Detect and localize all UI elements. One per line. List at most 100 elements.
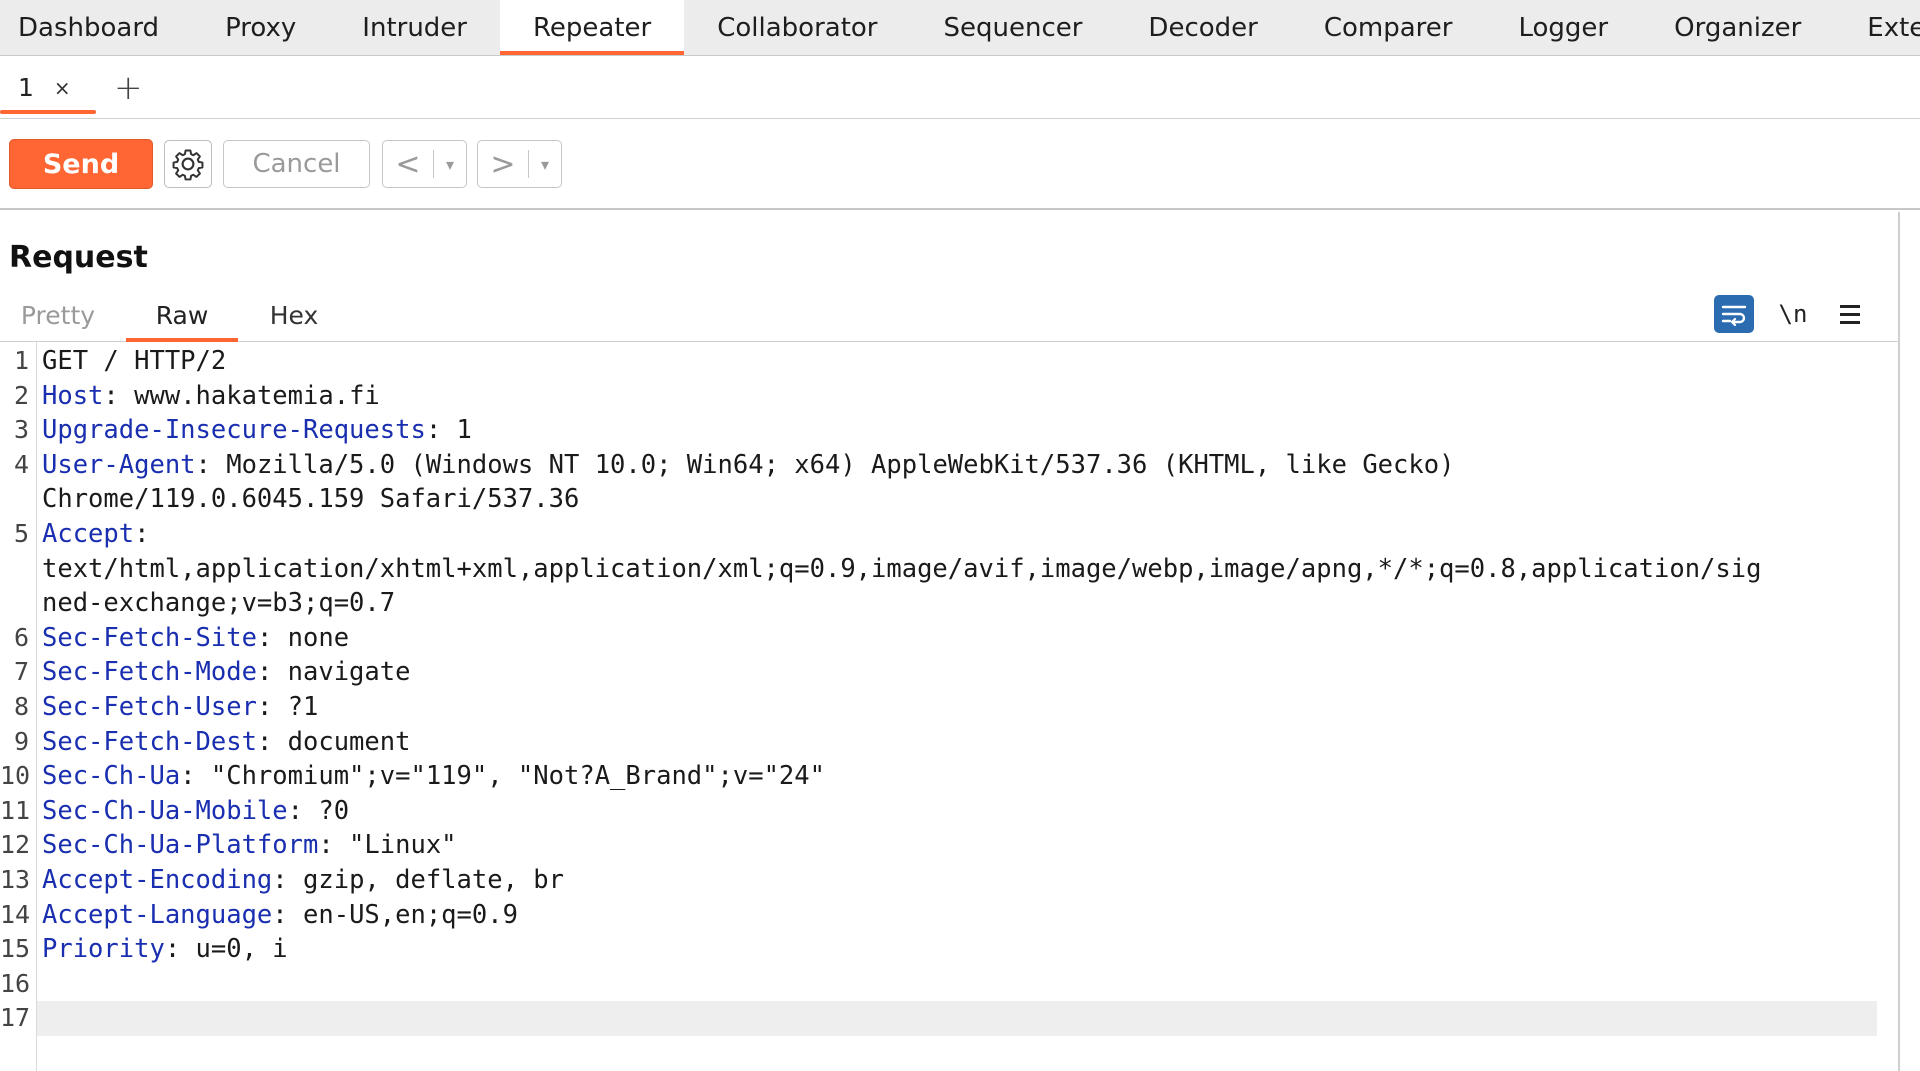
forward-arrow-icon: > [490, 146, 516, 182]
header-value: ?0 [303, 795, 350, 826]
tab-extensions[interactable]: Exter [1834, 0, 1920, 55]
line-number: 4 [13, 449, 29, 479]
line-content: Accept-Language: en-US,en;q=0.9 [42, 899, 518, 930]
tab-decoder[interactable]: Decoder [1115, 0, 1290, 55]
line-content: Sec-Fetch-Mode: navigate [42, 657, 411, 688]
chevron-down-icon[interactable]: ▾ [529, 155, 561, 174]
line-number: 16 [0, 968, 31, 998]
line-number: 12 [0, 830, 31, 860]
tab-pretty[interactable]: Pretty [0, 290, 116, 340]
header-name: Host [42, 380, 104, 411]
header-value: document [272, 726, 411, 757]
editor-actions: \n [1714, 292, 1898, 336]
tab-logger[interactable]: Logger [1485, 0, 1641, 55]
line-content: Sec-Ch-Ua-Platform: "Linux" [42, 830, 457, 861]
hamburger-menu-icon[interactable] [1832, 304, 1868, 324]
editor-line: 9 Sec-Fetch-Dest: document [0, 725, 1880, 760]
editor-line: 5 Accept: [0, 517, 1880, 552]
send-button[interactable]: Send [9, 139, 153, 189]
line-number: 7 [13, 657, 29, 687]
header-value: ?1 [272, 692, 319, 722]
show-newlines-icon[interactable]: \n [1772, 300, 1814, 328]
header-name: Sec-Fetch-Dest [42, 726, 257, 757]
tab-sequencer[interactable]: Sequencer [910, 0, 1115, 55]
editor-line: 3 Upgrade-Insecure-Requests: 1 [0, 413, 1880, 448]
editor-line: 11 Sec-Ch-Ua-Mobile: ?0 [0, 794, 1880, 829]
header-name: Accept-Encoding [42, 865, 273, 895]
header-name: User-Agent [42, 449, 196, 480]
panel-title: Request [9, 240, 148, 275]
repeater-toolbar: Send Cancel < ▾ > ▾ [0, 120, 1920, 210]
repeater-subtabs: 1 × + [0, 57, 1920, 119]
header-value: u=0, i [180, 934, 288, 965]
line-number: 1 [13, 346, 29, 375]
history-forward-button[interactable]: > ▾ [477, 140, 562, 188]
header-name: Upgrade-Insecure-Requests [42, 415, 426, 446]
line-content: Sec-Fetch-Site: none [42, 622, 350, 653]
line-content: Sec-Ch-Ua: "Chromium";v="119", "Not?A_Br… [42, 761, 825, 792]
header-value: "Chromium";v="119", "Not?A_Brand";v="24" [195, 761, 825, 792]
tab-comparer[interactable]: Comparer [1291, 0, 1486, 55]
line-content: Accept: [42, 519, 150, 549]
line-number: 17 [0, 1003, 31, 1033]
header-value: navigate [272, 657, 411, 688]
editor-line: 15 Priority: u=0, i [0, 932, 1880, 967]
header-name: Priority [42, 934, 165, 965]
line-content: Sec-Ch-Ua-Mobile: ?0 [42, 795, 350, 826]
editor-line: 12 Sec-Ch-Ua-Platform: "Linux" [0, 828, 1880, 863]
history-back-button[interactable]: < ▾ [382, 140, 467, 188]
header-name: Sec-Ch-Ua [42, 761, 181, 792]
line-number: 5 [13, 519, 29, 548]
line-content: Accept-Encoding: gzip, deflate, br [42, 865, 564, 895]
tab-repeater[interactable]: Repeater [500, 0, 685, 55]
editor-line: 7 Sec-Fetch-Mode: navigate [0, 655, 1880, 690]
tab-dashboard[interactable]: Dashboard [0, 0, 192, 55]
header-value: www.hakatemia.fi [118, 380, 380, 411]
editor-line: 13 Accept-Encoding: gzip, deflate, br [0, 863, 1880, 898]
request-view-tabs: Pretty Raw Hex [0, 290, 1898, 342]
line-number: 8 [13, 692, 29, 721]
line-number: 15 [0, 934, 31, 964]
line-content: Chrome/119.0.6045.159 Safari/537.36 [42, 484, 580, 515]
add-tab-icon[interactable]: + [114, 68, 143, 108]
header-name: Accept-Language [42, 899, 273, 930]
header-name: Sec-Fetch-User [42, 692, 257, 722]
editor-line: 16 [0, 967, 1880, 1002]
line-number: 13 [0, 865, 31, 894]
header-value: Mozilla/5.0 (Windows NT 10.0; Win64; x64… [210, 449, 1455, 480]
gear-icon [172, 149, 204, 181]
line-content: User-Agent: Mozilla/5.0 (Windows NT 10.0… [42, 449, 1455, 480]
line-content: GET / HTTP/2 [42, 346, 227, 376]
tab-intruder[interactable]: Intruder [329, 0, 500, 55]
header-name: Sec-Ch-Ua-Platform [42, 830, 319, 861]
line-number: 3 [13, 415, 29, 445]
line-content: Sec-Fetch-User: ?1 [42, 692, 319, 722]
wrap-lines-icon[interactable] [1714, 295, 1754, 333]
settings-button[interactable] [164, 140, 212, 188]
line-content: ned-exchange;v=b3;q=0.7 [42, 588, 396, 619]
tab-collaborator[interactable]: Collaborator [684, 0, 910, 55]
cancel-button[interactable]: Cancel [223, 140, 370, 188]
wrap-lines-glyph [1721, 305, 1747, 326]
header-value: "Linux" [333, 830, 457, 861]
close-icon[interactable]: × [54, 76, 71, 100]
line-content: text/html,application/xhtml+xml,applicat… [42, 553, 1762, 584]
line-number: 10 [0, 761, 31, 791]
chevron-down-icon[interactable]: ▾ [434, 155, 466, 174]
editor-line: 10 Sec-Ch-Ua: "Chromium";v="119", "Not?A_… [0, 759, 1880, 794]
header-value: 1 [441, 415, 472, 446]
line-content: Host: www.hakatemia.fi [42, 380, 380, 411]
editor-line: 1 GET / HTTP/2 [0, 344, 1880, 379]
tab-proxy[interactable]: Proxy [192, 0, 329, 55]
request-panel: Request Pretty Raw Hex \n 1 GET / HTTP/2 2… [0, 212, 1900, 1071]
tab-hex[interactable]: Hex [244, 290, 344, 340]
tab-raw[interactable]: Raw [126, 290, 238, 342]
request-editor[interactable]: 1 GET / HTTP/2 2 Host: www.hakatemia.fi 3 Upg… [0, 342, 1898, 1071]
editor-line: 2 Host: www.hakatemia.fi [0, 379, 1880, 414]
line-number: 2 [13, 380, 29, 410]
editor-line: 4 User-Agent: Mozilla/5.0 (Windows NT 10.… [0, 448, 1880, 483]
tab-organizer[interactable]: Organizer [1641, 0, 1834, 55]
header-name: Sec-Fetch-Mode [42, 657, 257, 688]
repeater-tab-1[interactable]: 1 × [0, 57, 96, 118]
editor-line: 8 Sec-Fetch-User: ?1 [0, 690, 1880, 725]
